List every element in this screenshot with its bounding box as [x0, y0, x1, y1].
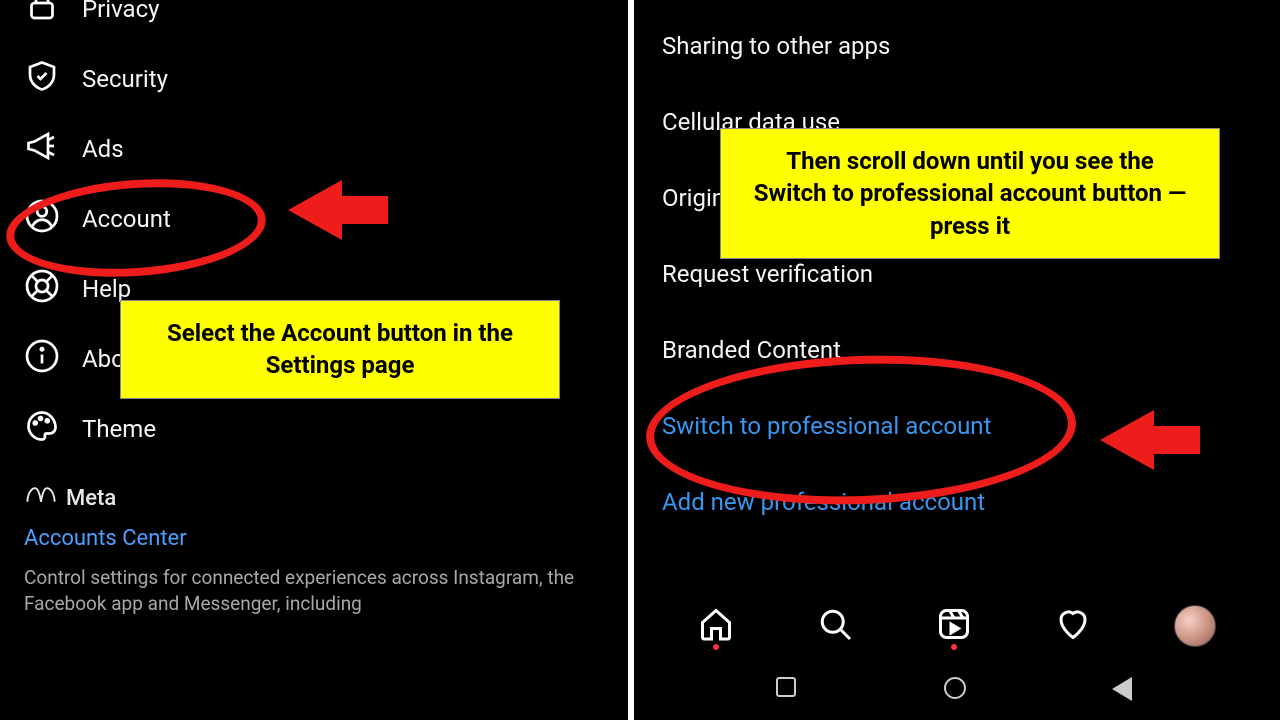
menu-label: Account — [82, 205, 171, 233]
menu-label: Privacy — [82, 0, 160, 23]
lock-icon — [24, 0, 60, 30]
palette-icon — [24, 408, 60, 450]
account-screen-right: Sharing to other apps Cellular data use … — [634, 0, 1280, 720]
meta-logo-icon — [24, 484, 58, 512]
system-recent-icon[interactable] — [776, 677, 802, 703]
account-options-list: Sharing to other apps Cellular data use … — [634, 0, 1280, 540]
meta-block: Meta Accounts Center Control settings fo… — [0, 464, 628, 616]
option-add-professional[interactable]: Add new professional account — [662, 464, 1252, 540]
nav-search[interactable] — [817, 606, 853, 646]
option-branded-content[interactable]: Branded Content — [662, 312, 1252, 388]
accounts-center-link[interactable]: Accounts Center — [24, 526, 604, 551]
system-back-icon[interactable] — [1112, 677, 1138, 703]
info-icon — [24, 338, 60, 380]
megaphone-icon — [24, 128, 60, 170]
nav-profile-avatar[interactable] — [1174, 605, 1216, 647]
meta-brand: Meta — [24, 484, 604, 512]
bottom-nav — [634, 594, 1280, 658]
notification-dot-icon — [713, 644, 719, 650]
meta-brand-label: Meta — [66, 486, 116, 511]
meta-description: Control settings for connected experienc… — [24, 565, 604, 616]
notification-dot-icon — [951, 644, 957, 650]
annotation-arrow-left — [288, 180, 342, 240]
shield-check-icon — [24, 58, 60, 100]
annotation-callout-right: Then scroll down until you see the Switc… — [720, 128, 1220, 259]
menu-label: Help — [82, 275, 131, 303]
nav-home[interactable] — [698, 606, 734, 646]
nav-activity[interactable] — [1055, 606, 1091, 646]
person-circle-icon — [24, 198, 60, 240]
system-home-icon[interactable] — [944, 677, 970, 703]
menu-label: Security — [82, 65, 168, 93]
menu-item-privacy[interactable]: Privacy — [20, 0, 608, 44]
menu-label: Ads — [82, 135, 124, 163]
nav-reels[interactable] — [936, 606, 972, 646]
annotation-arrow-right — [1100, 410, 1154, 470]
annotation-callout-left: Select the Account button in the Setting… — [120, 300, 560, 399]
option-sharing[interactable]: Sharing to other apps — [662, 0, 1252, 84]
menu-label: Theme — [82, 415, 156, 443]
menu-item-ads[interactable]: Ads — [20, 114, 608, 184]
menu-item-theme[interactable]: Theme — [20, 394, 608, 464]
lifebuoy-icon — [24, 268, 60, 310]
android-system-nav — [634, 666, 1280, 714]
menu-item-security[interactable]: Security — [20, 44, 608, 114]
